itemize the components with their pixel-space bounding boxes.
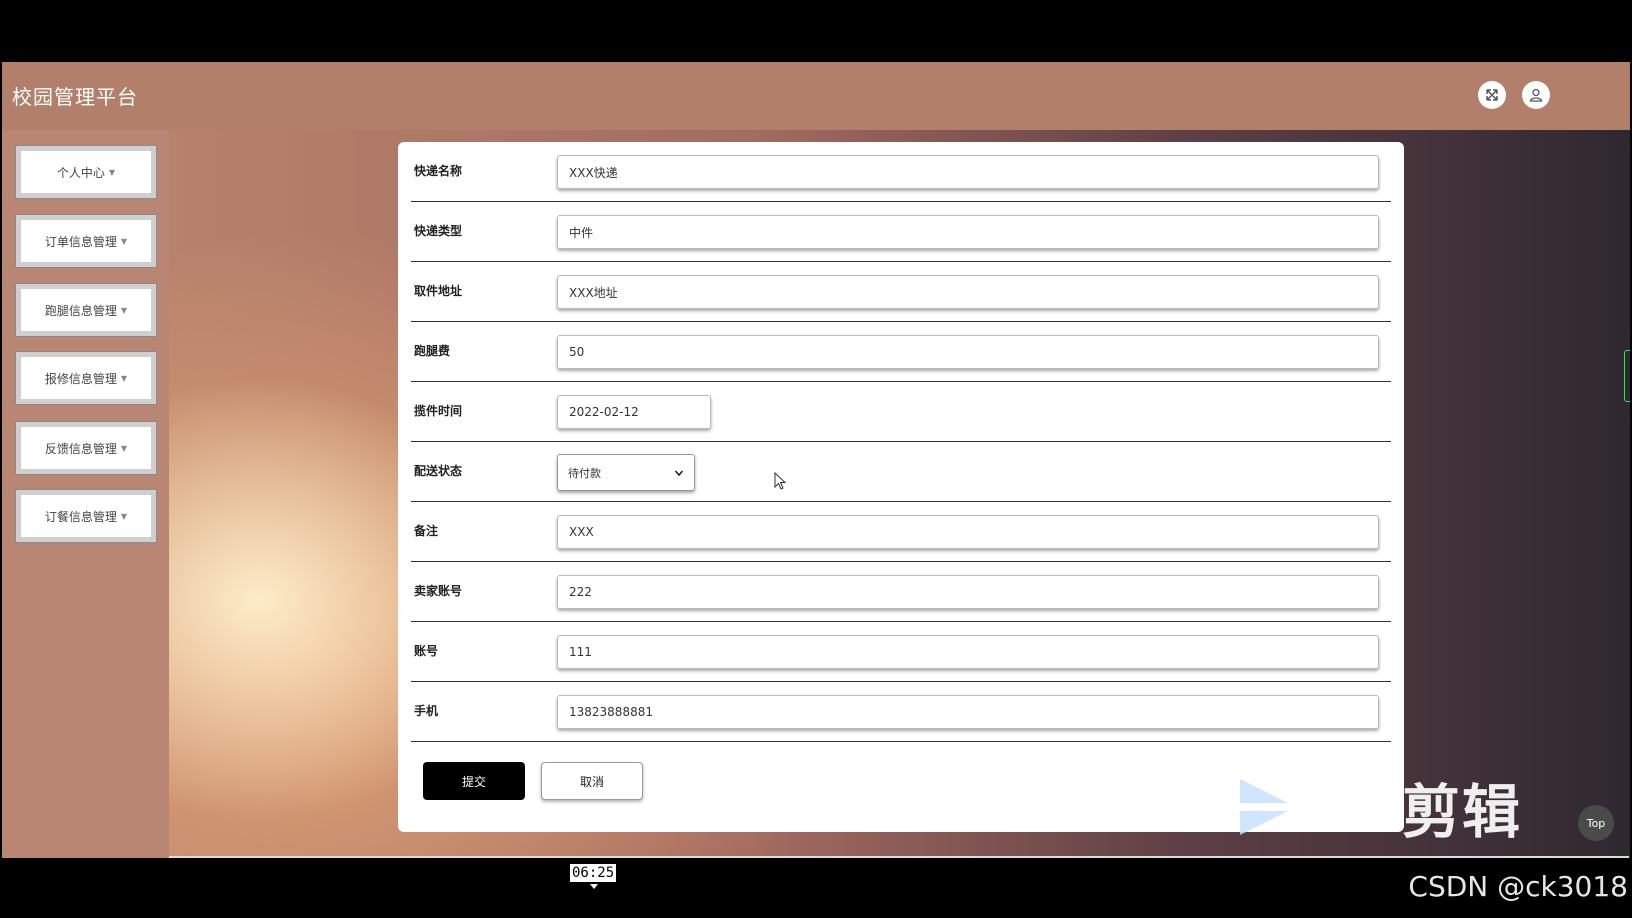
field-label: 账号 [414,644,439,658]
editor-watermark: 剪辑 [1234,772,1544,846]
sidebar-item-label: 订餐信息管理 [44,509,117,524]
watermark-text: 剪辑 [1402,778,1523,846]
delivery-status-select[interactable]: 待付款 [557,454,695,491]
sidebar-item-label: 个人中心 [56,165,105,180]
cancel-button[interactable]: 取消 [541,762,643,800]
back-to-top-button[interactable]: Top [1578,805,1614,841]
submit-button[interactable]: 提交 [423,762,525,800]
form-row: 取件地址 [411,262,1391,322]
mouse-cursor-icon [774,472,787,490]
sidebar-item-feedback-management[interactable]: 反馈信息管理 ▼ [15,421,157,475]
caret-down-icon: ▼ [108,167,116,177]
timestamp-pointer-icon [590,884,598,889]
pickup-address-input[interactable] [557,275,1379,309]
caret-down-icon: ▼ [120,373,128,383]
sidebar-item-label: 反馈信息管理 [44,441,117,456]
sidebar-item-order-management[interactable]: 订单信息管理 ▼ [15,214,157,268]
form-row: 配送状态 待付款 [411,442,1391,502]
account-input[interactable] [557,635,1379,669]
caret-down-icon: ▼ [120,236,128,246]
field-label: 配送状态 [414,464,463,478]
sidebar-item-meal-management[interactable]: 订餐信息管理 ▼ [15,489,157,543]
field-label: 卖家账号 [414,584,463,598]
form-row: 快递名称 [411,142,1391,202]
sidebar-item-errand-management[interactable]: 跑腿信息管理 ▼ [15,283,157,337]
form-row: 揽件时间 [411,382,1391,442]
sidebar-item-label: 报修信息管理 [44,371,117,386]
field-label: 手机 [414,704,439,718]
field-label: 揽件时间 [414,404,463,418]
sidebar-item-personal-center[interactable]: 个人中心 ▼ [15,145,157,199]
sidebar-item-label: 跑腿信息管理 [44,303,117,318]
caret-down-icon: ▼ [120,443,128,453]
form-row: 备注 [411,502,1391,562]
sidebar-item-repair-management[interactable]: 报修信息管理 ▼ [15,351,157,405]
form-panel: 快递名称 快递类型 取件地址 跑腿费 揽件时间 配送状态 待付款 备注 卖家账号… [398,142,1404,832]
video-progress-line[interactable] [169,856,1629,858]
credit-watermark: CSDN @ck3018 [1408,870,1628,903]
user-icon[interactable] [1522,81,1550,109]
remark-input[interactable] [557,515,1379,549]
sidebar: 个人中心 ▼ 订单信息管理 ▼ 跑腿信息管理 ▼ 报修信息管理 ▼ 反馈信息管理 ▼ 订餐… [2,130,169,858]
caret-down-icon: ▼ [120,305,128,315]
form-row: 卖家账号 [411,562,1391,622]
scroll-indicator[interactable] [1624,350,1630,402]
express-type-input[interactable] [557,215,1379,249]
app-title: 校园管理平台 [12,85,138,109]
form-row: 跑腿费 [411,322,1391,382]
form-row: 手机 [411,682,1391,742]
select-value: 待付款 [568,466,601,480]
field-label: 备注 [414,524,439,538]
chevron-down-icon [674,469,684,476]
top-bar: 校园管理平台 [2,62,1630,130]
sidebar-item-label: 订单信息管理 [44,234,117,249]
seller-account-input[interactable] [557,575,1379,609]
play-logo-icon [1240,779,1288,835]
form-row: 账号 [411,622,1391,682]
field-label: 取件地址 [414,284,463,298]
form-row: 快递类型 [411,202,1391,262]
express-name-input[interactable] [557,155,1379,189]
caret-down-icon: ▼ [120,511,128,521]
errand-fee-input[interactable] [557,335,1379,369]
phone-input[interactable] [557,695,1379,729]
field-label: 快递类型 [414,224,463,238]
watermark-mark [1306,776,1398,826]
fullscreen-icon[interactable] [1478,81,1506,109]
field-label: 跑腿费 [414,344,451,358]
field-label: 快递名称 [414,164,463,178]
video-timestamp: 06:25 [570,864,617,882]
pickup-date-input[interactable] [557,395,711,429]
